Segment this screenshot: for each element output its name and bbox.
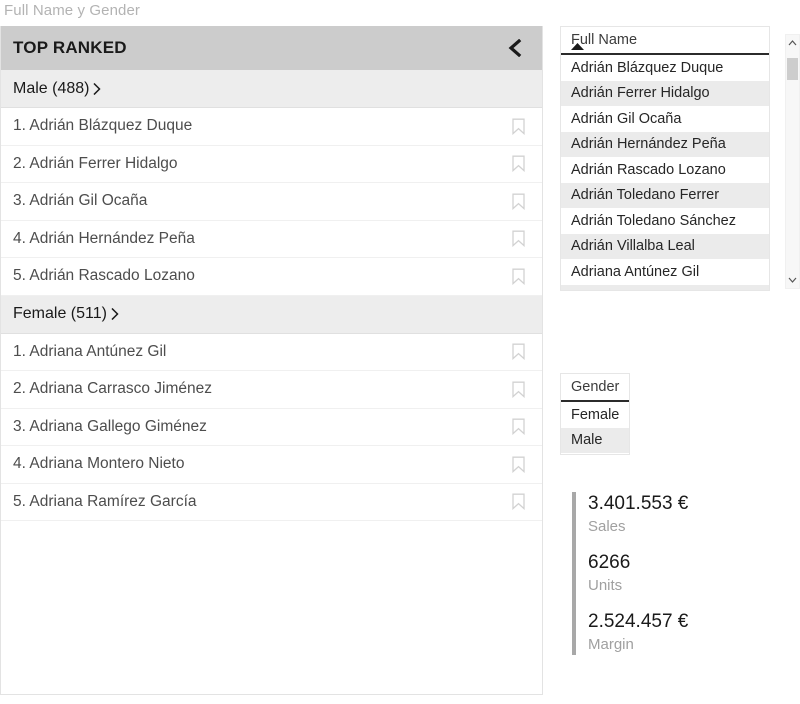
ranked-item-label: 5. Adrián Rascado Lozano <box>13 267 195 285</box>
top-ranked-panel: TOP RANKED Male (488) 1. Adrián Blázquez … <box>0 26 543 695</box>
bookmark-icon[interactable] <box>510 267 526 285</box>
app-root: Full Name y Gender TOP RANKED Male (488)… <box>0 0 800 704</box>
ranked-item-label: 2. Adrián Ferrer Hidalgo <box>13 154 178 172</box>
scroll-thumb[interactable] <box>787 58 798 80</box>
ranked-list-item[interactable]: 2. Adriana Carrasco Jiménez <box>1 371 542 409</box>
full-name-filter-item[interactable]: Adrián Rascado Lozano <box>561 157 769 183</box>
full-name-filter-item[interactable]: Adrián Toledano Sánchez <box>561 208 769 234</box>
ranked-list-item[interactable]: 4. Adrián Hernández Peña <box>1 220 542 258</box>
top-ranked-header: TOP RANKED <box>1 26 542 70</box>
ranked-list-item[interactable]: 1. Adriana Antúnez Gil <box>1 333 542 371</box>
full-name-filter-item[interactable]: Adrián Ferrer Hidalgo <box>561 80 769 106</box>
ranked-list-item[interactable]: 4. Adriana Montero Nieto <box>1 446 542 484</box>
gender-filter-header[interactable]: Gender <box>561 374 629 402</box>
full-name-filter-header[interactable]: Full Name <box>561 27 769 55</box>
ranked-item-label: 5. Adriana Ramírez García <box>13 492 197 510</box>
kpi-item: 3.401.553 € Sales <box>588 492 688 537</box>
bookmark-icon[interactable] <box>510 343 526 361</box>
chevron-right-icon[interactable] <box>111 308 119 320</box>
ranked-item-label: 4. Adrián Hernández Peña <box>13 229 195 247</box>
full-name-filter-item[interactable]: Adrián Toledano Ferrer <box>561 182 769 208</box>
bookmark-icon[interactable] <box>510 493 526 511</box>
ranked-groups: Male (488) 1. Adrián Blázquez Duque 2. Adr… <box>1 70 542 521</box>
full-name-filter-item[interactable]: Adrián Gil Ocaña <box>561 106 769 132</box>
ranked-list-item[interactable]: 5. Adrián Rascado Lozano <box>1 258 542 296</box>
full-name-filter-item[interactable]: Adrián Hernández Peña <box>561 131 769 157</box>
ranked-item-label: 2. Adriana Carrasco Jiménez <box>13 380 213 398</box>
ranked-item-label: 3. Adrián Gil Ocaña <box>13 192 148 210</box>
gender-filter-title: Gender <box>571 379 620 395</box>
full-name-filter-item[interactable]: Adrián Blázquez Duque <box>561 55 769 81</box>
chevron-down-icon[interactable] <box>786 272 799 288</box>
kpi-item: 6266 Units <box>588 551 688 596</box>
top-ranked-title: TOP RANKED <box>13 38 127 57</box>
bookmark-icon[interactable] <box>510 455 526 473</box>
bookmark-icon[interactable] <box>510 380 526 398</box>
kpi-label: Margin <box>588 636 634 653</box>
gender-filter-box: Gender Female Male <box>560 373 630 455</box>
kpi-block: 3.401.553 € Sales 6266 Units 2.524.457 € Marg… <box>572 492 688 655</box>
kpi-items: 3.401.553 € Sales 6266 Units 2.524.457 € Marg… <box>588 492 688 655</box>
kpi-accent-bar <box>572 492 576 655</box>
full-name-filter-item-partial[interactable] <box>561 284 769 290</box>
ranked-list-item[interactable]: 3. Adrián Gil Ocaña <box>1 183 542 221</box>
sort-ascending-icon <box>571 38 584 54</box>
bookmark-icon[interactable] <box>510 418 526 436</box>
gender-filter-list: Female Male <box>561 402 629 453</box>
ranked-list-item[interactable]: 3. Adriana Gallego Giménez <box>1 408 542 446</box>
kpi-value: 2.524.457 € <box>588 611 689 632</box>
bookmark-icon[interactable] <box>510 192 526 210</box>
kpi-value: 3.401.553 € <box>588 493 689 514</box>
ranked-group-header[interactable]: Female (511) <box>1 295 542 334</box>
full-name-filter-list: Adrián Blázquez Duque Adrián Ferrer Hidal… <box>561 55 769 290</box>
chevron-left-icon[interactable] <box>502 35 528 61</box>
full-name-filter-item[interactable]: Adriana Antúnez Gil <box>561 259 769 285</box>
bookmark-icon[interactable] <box>510 155 526 173</box>
kpi-item: 2.524.457 € Margin <box>588 610 688 655</box>
gender-filter-item[interactable]: Male <box>561 427 629 453</box>
ranked-group-label: Male (488) <box>13 79 90 97</box>
ranked-item-label: 3. Adriana Gallego Giménez <box>13 417 207 435</box>
kpi-label: Sales <box>588 518 626 535</box>
ranked-group-header[interactable]: Male (488) <box>1 70 542 108</box>
kpi-label: Units <box>588 577 623 594</box>
bookmark-icon[interactable] <box>510 117 526 135</box>
ranked-group-label: Female (511) <box>13 305 107 322</box>
ranked-list-item[interactable]: 1. Adrián Blázquez Duque <box>1 108 542 146</box>
kpi-value: 6266 <box>588 552 631 573</box>
ranked-item-label: 1. Adrián Blázquez Duque <box>13 117 193 135</box>
gender-filter-item[interactable]: Female <box>561 402 629 428</box>
ranked-list-item[interactable]: 5. Adriana Ramírez García <box>1 483 542 521</box>
filter-column: Full Name Adrián Blázquez Duque Adrián Fe… <box>560 26 800 655</box>
ranked-list-item[interactable]: 2. Adrián Ferrer Hidalgo <box>1 145 542 183</box>
full-name-filter-item[interactable]: Adrián Villalba Leal <box>561 233 769 259</box>
bookmark-icon[interactable] <box>510 230 526 248</box>
full-name-scrollbar[interactable] <box>785 34 800 289</box>
full-name-filter-box: Full Name Adrián Blázquez Duque Adrián Fe… <box>560 26 770 291</box>
page-title: Full Name y Gender <box>4 2 141 19</box>
chevron-up-icon[interactable] <box>786 35 799 51</box>
ranked-item-label: 1. Adriana Antúnez Gil <box>13 342 167 360</box>
chevron-right-icon[interactable] <box>93 82 102 95</box>
ranked-item-label: 4. Adriana Montero Nieto <box>13 455 185 473</box>
